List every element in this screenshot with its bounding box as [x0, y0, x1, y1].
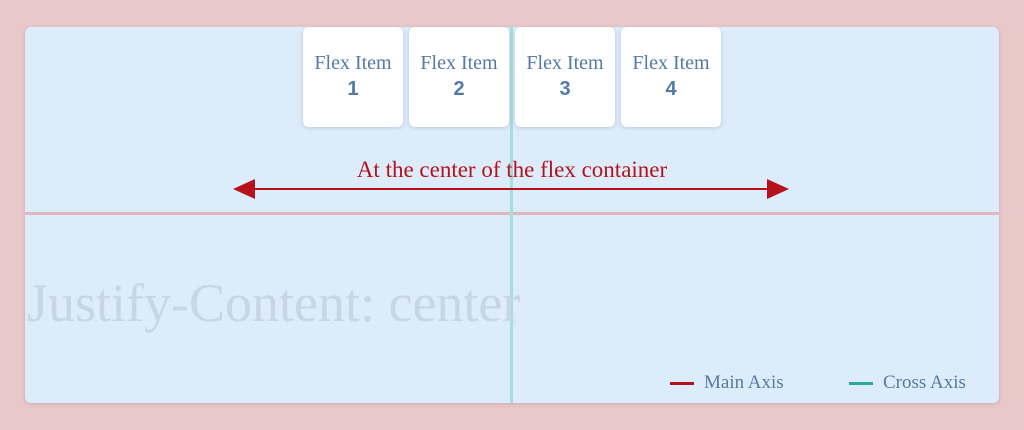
justify-content-watermark: Justify-Content: center [27, 273, 521, 333]
flex-item-number: 3 [559, 78, 571, 100]
flex-items: Flex Item 1 Flex Item 2 Flex Item 3 Flex… [303, 27, 721, 127]
legend-main-axis: Main Axis [670, 372, 784, 394]
legend-cross-axis: Cross Axis [849, 372, 966, 394]
double-headed-arrow-icon [233, 179, 789, 199]
flex-item: Flex Item 3 [515, 27, 615, 127]
cross-axis-swatch-icon [849, 381, 873, 385]
main-axis-swatch-icon [670, 381, 694, 385]
flex-container: Justify-Content: center Flex Item 1 Flex… [25, 27, 999, 403]
legend-cross-axis-label: Cross Axis [883, 372, 966, 393]
legend-main-axis-label: Main Axis [704, 372, 784, 393]
flex-item-number: 2 [453, 78, 465, 100]
flex-item: Flex Item 4 [621, 27, 721, 127]
flex-item-label: Flex Item [314, 52, 392, 74]
flex-item-label: Flex Item [526, 52, 604, 74]
flex-item: Flex Item 1 [303, 27, 403, 127]
flex-item-label: Flex Item [632, 52, 710, 74]
flex-item-label: Flex Item [420, 52, 498, 74]
flex-item-number: 1 [347, 78, 359, 100]
flex-item: Flex Item 2 [409, 27, 509, 127]
flex-item-number: 4 [665, 78, 677, 100]
